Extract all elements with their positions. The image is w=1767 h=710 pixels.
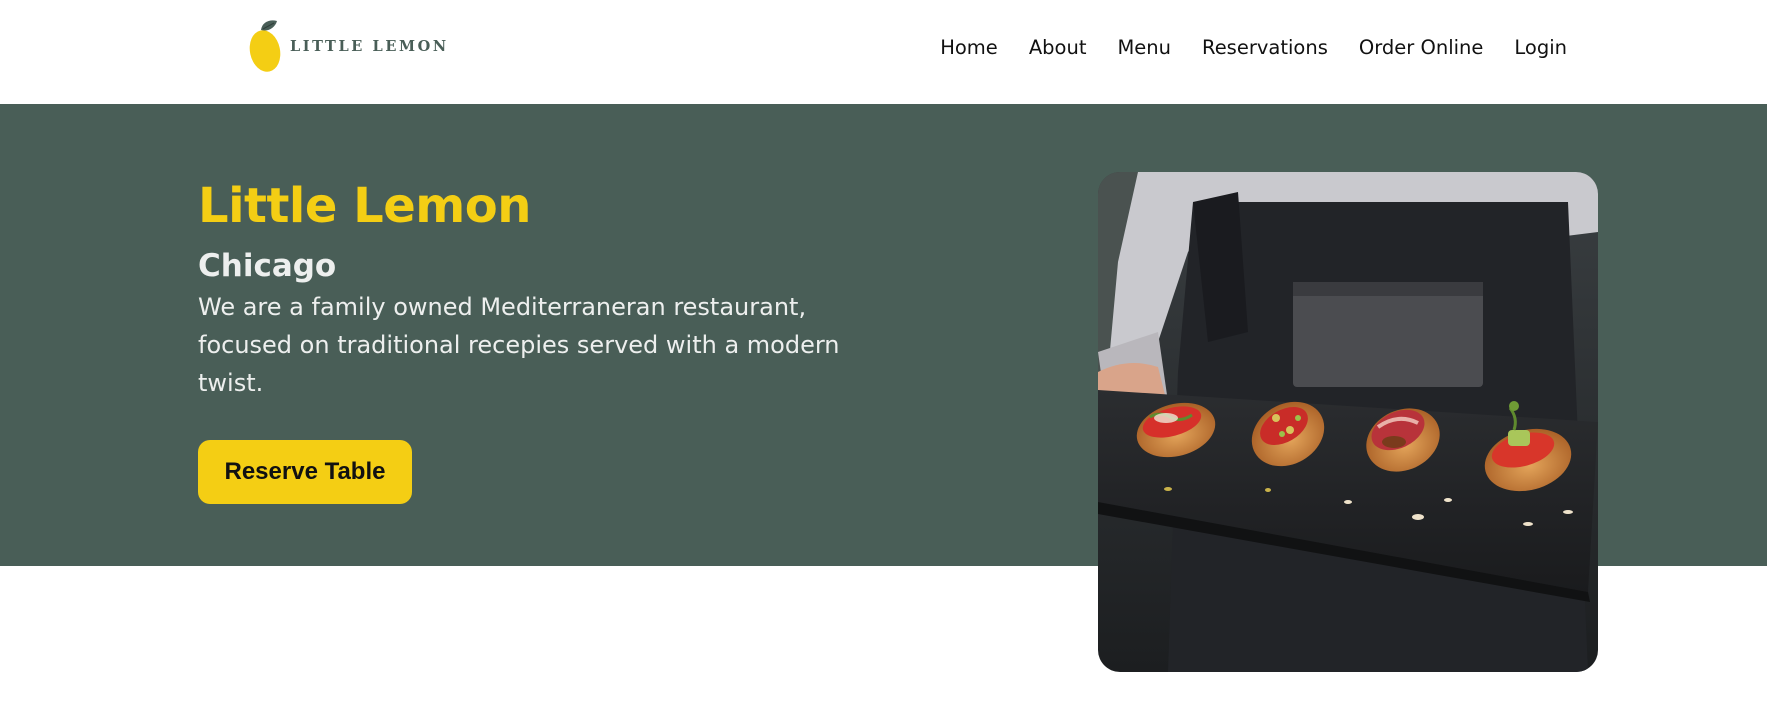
nav-about[interactable]: About <box>1029 36 1087 59</box>
main-nav: Home About Menu Reservations Order Onlin… <box>909 36 1567 59</box>
bruschetta-photo <box>1098 172 1598 672</box>
nav-reservations[interactable]: Reservations <box>1202 36 1328 59</box>
nav-home[interactable]: Home <box>940 36 998 59</box>
logo-text: LITTLE LEMON <box>290 37 449 55</box>
nav-order-online[interactable]: Order Online <box>1359 36 1484 59</box>
nav-login[interactable]: Login <box>1514 36 1567 59</box>
lemon-icon <box>249 20 281 72</box>
reserve-table-button[interactable]: Reserve Table <box>198 440 412 504</box>
site-header: LITTLE LEMON Home About Menu Reservation… <box>0 0 1767 104</box>
hero-title: Little Lemon <box>198 178 531 234</box>
hero-description: We are a family owned Mediterraneran res… <box>198 293 840 397</box>
logo[interactable]: LITTLE LEMON <box>248 18 449 74</box>
hero-food-image <box>1098 172 1598 672</box>
hero-subtitle: Chicago <box>198 248 337 284</box>
nav-menu[interactable]: Menu <box>1117 36 1171 59</box>
